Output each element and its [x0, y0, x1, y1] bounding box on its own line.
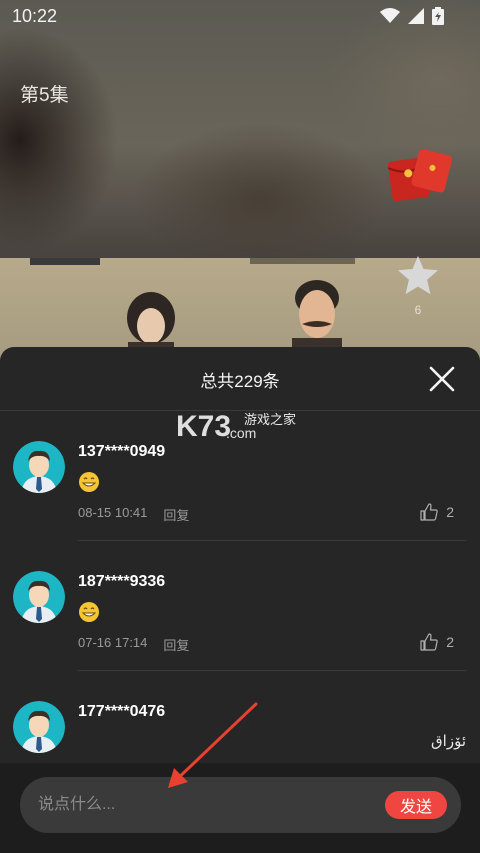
grinning-face-emoji — [79, 602, 99, 622]
favorite-count: 6 — [414, 303, 422, 317]
like-button[interactable]: 2 — [420, 633, 454, 651]
k73-watermark-logo: K73 游戏之家 .com — [176, 410, 296, 443]
avatar-icon[interactable] — [13, 571, 65, 623]
thumb-up-icon — [420, 633, 438, 651]
comments-header: 总共229条 — [0, 347, 480, 411]
like-count: 2 — [446, 634, 454, 650]
watermark-footer-text: ئۆزاق — [431, 732, 466, 750]
watermark-brand: K73 — [176, 410, 231, 443]
comment-username: 187****9336 — [78, 573, 166, 590]
battery-icon — [432, 7, 444, 25]
reply-button[interactable]: 回复 — [163, 635, 189, 654]
red-packet-icon[interactable] — [388, 150, 452, 202]
star-icon — [397, 255, 439, 295]
comment-input-bar: 发送 — [0, 763, 480, 853]
comment-input-container: 发送 — [20, 777, 461, 833]
comment-username: 177****0476 — [78, 703, 166, 720]
comment-username: 137****0949 — [78, 443, 166, 460]
avatar-icon[interactable] — [13, 701, 65, 753]
wifi-icon — [380, 8, 400, 23]
close-icon[interactable] — [428, 365, 456, 393]
grinning-face-emoji — [79, 472, 99, 492]
send-button[interactable]: 发送 — [385, 791, 447, 819]
reply-button[interactable]: 回复 — [163, 505, 189, 524]
comment-input[interactable] — [38, 777, 368, 833]
comment-item: 187****9336 07-16 17:14 回复 2 — [0, 541, 480, 671]
signal-icon — [408, 8, 424, 24]
episode-label: 第5集 — [20, 85, 69, 106]
comments-total-title: 总共229条 — [200, 372, 280, 391]
watermark-domain: .com — [226, 425, 256, 441]
status-bar: 10:22 — [0, 0, 480, 34]
comment-item: 177****0476 — [0, 671, 480, 763]
like-count: 2 — [446, 504, 454, 520]
comment-list[interactable]: 137****0949 08-15 10:41 回复 2 187****9336… — [0, 411, 480, 763]
favorite-button[interactable]: 6 — [396, 254, 440, 320]
comment-date: 07-16 17:14 — [78, 635, 148, 650]
thumb-up-icon — [420, 503, 438, 521]
status-time: 10:22 — [12, 6, 58, 26]
avatar-icon[interactable] — [13, 441, 65, 493]
comment-date: 08-15 10:41 — [78, 505, 148, 520]
like-button[interactable]: 2 — [420, 503, 454, 521]
